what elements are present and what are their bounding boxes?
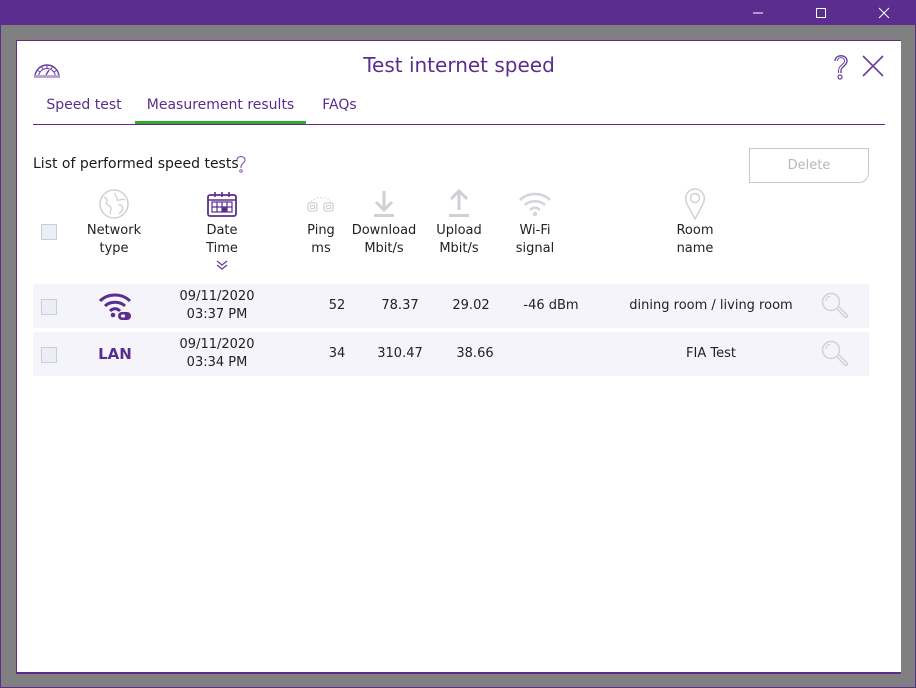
window-title-bar <box>0 0 916 25</box>
window-close-button[interactable] <box>861 0 907 25</box>
table-row[interactable]: LAN 09/11/2020 03:34 PM 34 310.47 38.66 … <box>33 332 869 376</box>
column-label-line2: Mbit/s <box>439 241 479 256</box>
upload-cell: 38.66 <box>456 346 494 361</box>
wifi-icon <box>98 293 132 320</box>
tab-faqs[interactable]: FAQs <box>316 95 363 123</box>
speed-test-dialog: Test internet speed Speed test Measureme… <box>16 40 901 674</box>
column-header-upload[interactable]: Upload Mbit/s <box>426 186 492 258</box>
network-type-cell: LAN <box>98 345 132 363</box>
magnifier-icon <box>821 292 848 319</box>
wifi-signal-cell: -46 dBm <box>523 298 579 313</box>
maximize-button[interactable] <box>798 0 844 25</box>
minimize-icon <box>753 12 763 13</box>
row-checkbox[interactable] <box>41 299 57 315</box>
column-label-line1: Wi-Fi <box>519 223 551 238</box>
help-button[interactable] <box>831 53 851 81</box>
date-text: 09/11/2020 <box>179 289 255 304</box>
column-label-line2: ms <box>311 241 331 256</box>
date-text: 09/11/2020 <box>179 337 255 352</box>
date-time-cell: 09/11/2020 03:34 PM <box>177 332 257 376</box>
column-header-ping[interactable]: Ping ms <box>301 186 341 258</box>
column-header-download[interactable]: Download Mbit/s <box>349 186 419 258</box>
view-details-button[interactable] <box>819 284 851 328</box>
download-icon <box>374 191 394 217</box>
row-checkbox[interactable] <box>41 347 57 363</box>
minimize-button[interactable] <box>735 0 781 25</box>
time-text: 03:34 PM <box>186 355 248 370</box>
delete-button[interactable]: Delete <box>749 148 869 183</box>
select-all-checkbox[interactable] <box>41 224 57 240</box>
list-title: List of performed speed tests <box>33 156 239 172</box>
dialog-title: Test internet speed <box>363 53 555 77</box>
ping-cell: 34 <box>328 346 346 361</box>
upload-cell: 29.02 <box>452 298 490 313</box>
close-icon <box>878 7 890 18</box>
ping-icon <box>307 197 334 212</box>
room-name-cell: dining room / living room <box>629 298 793 313</box>
column-label-line1: Ping <box>307 223 335 238</box>
column-header-network-type[interactable]: Network type <box>79 186 149 258</box>
sort-descending-icon <box>216 260 228 270</box>
wifi-icon <box>519 192 551 217</box>
column-label-line2: name <box>676 241 714 256</box>
column-header-date-time[interactable]: Date Time <box>187 186 257 270</box>
ping-cell: 52 <box>328 298 346 313</box>
list-help-icon[interactable] <box>235 155 247 173</box>
column-label-line2: type <box>99 241 129 256</box>
magnifier-icon <box>821 340 848 367</box>
download-cell: 310.47 <box>377 346 423 361</box>
column-label-line1: Download <box>351 223 417 238</box>
maximize-icon <box>816 7 826 18</box>
upload-icon <box>449 189 469 217</box>
location-pin-icon <box>685 188 705 221</box>
table-row[interactable]: 09/11/2020 03:37 PM 52 78.37 29.02 -46 d… <box>33 284 869 328</box>
view-details-button[interactable] <box>819 332 851 376</box>
dialog-close-button[interactable] <box>861 54 885 78</box>
download-cell: 78.37 <box>381 298 419 313</box>
tab-speed-test[interactable]: Speed test <box>33 95 135 123</box>
tab-measurement-results[interactable]: Measurement results <box>135 95 306 124</box>
time-text: 03:37 PM <box>186 307 248 322</box>
column-label-line1: Room <box>676 223 714 238</box>
date-time-cell: 09/11/2020 03:37 PM <box>177 284 257 328</box>
column-label-line1: Network <box>86 223 142 238</box>
column-header-room-name[interactable]: Room name <box>655 186 735 258</box>
column-label-line1: Upload <box>436 223 482 238</box>
wifi-signal-cell <box>515 332 587 376</box>
globe-icon <box>99 189 129 219</box>
tab-bar: Speed test Measurement results FAQs <box>33 95 885 125</box>
column-label-line2: signal <box>515 241 555 256</box>
network-type-cell <box>81 284 149 328</box>
calendar-icon <box>207 192 237 217</box>
column-header-wifi-signal[interactable]: Wi-Fi signal <box>504 186 566 258</box>
column-label-line2: Mbit/s <box>364 241 404 256</box>
column-label-line2: Time <box>206 241 238 256</box>
room-name-cell: FIA Test <box>686 346 736 361</box>
column-label-line1: Date <box>206 223 238 238</box>
